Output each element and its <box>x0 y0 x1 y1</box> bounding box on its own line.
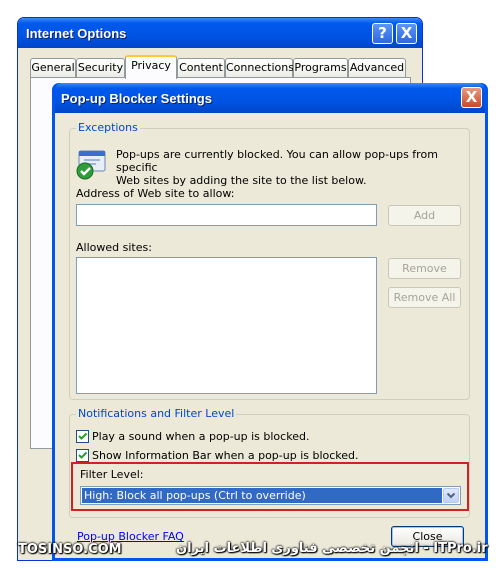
address-input[interactable] <box>76 204 377 226</box>
dropdown-arrow-button[interactable] <box>443 488 459 503</box>
internet-options-close-button[interactable]: X <box>396 23 417 44</box>
allowed-sites-label: Allowed sites: <box>76 241 152 254</box>
tab-connections[interactable]: Connections <box>225 58 294 78</box>
watermark-left-text: TOSINSO.COM <box>18 542 122 557</box>
help-button[interactable]: ? <box>372 23 393 44</box>
dialog-title: Pop-up Blocker Settings <box>61 91 212 106</box>
filter-level-highlight: Filter Level: High: Block all pop-ups (C… <box>71 462 469 511</box>
tab-advanced[interactable]: Advanced <box>348 58 406 78</box>
tab-programs[interactable]: Programs <box>293 58 348 78</box>
add-button[interactable]: Add <box>388 205 461 226</box>
watermark-right-text: ITPro.ir - انجمن تخصصی فناوری اطلاعات ای… <box>176 541 488 556</box>
notifications-group-label: Notifications and Filter Level <box>76 407 237 420</box>
checkmark-icon <box>78 432 88 440</box>
popup-blocker-titlebar[interactable]: Pop-up Blocker Settings X <box>55 83 485 113</box>
popup-blocked-icon <box>76 150 106 180</box>
remove-all-button[interactable]: Remove All <box>388 287 461 308</box>
exceptions-info-text: Pop-ups are currently blocked. You can a… <box>116 148 456 187</box>
address-label: Address of Web site to allow: <box>76 187 235 200</box>
remove-button[interactable]: Remove <box>388 258 461 279</box>
watermark: TOSINSO.COM ITPro.ir - انجمن تخصصی فناور… <box>0 541 496 559</box>
internet-options-title: Internet Options <box>26 26 127 41</box>
dialog-close-x-button[interactable]: X <box>461 87 482 108</box>
chevron-down-icon <box>446 492 456 499</box>
info-line-1: Pop-ups are currently blocked. You can a… <box>116 148 438 174</box>
exceptions-group: Exceptions Pop-ups are currently blocked… <box>69 121 470 400</box>
info-bar-label[interactable]: Show Information Bar when a pop-up is bl… <box>92 449 359 462</box>
tab-privacy[interactable]: Privacy <box>125 55 177 79</box>
play-sound-checkbox[interactable] <box>76 430 89 443</box>
tab-content[interactable]: Content <box>177 58 225 78</box>
filter-level-label: Filter Level: <box>80 468 144 481</box>
play-sound-label[interactable]: Play a sound when a pop-up is blocked. <box>92 430 309 443</box>
info-line-2: Web sites by adding the site to the list… <box>116 174 367 187</box>
allowed-sites-list[interactable] <box>76 257 377 394</box>
info-bar-checkbox[interactable] <box>76 449 89 462</box>
internet-options-titlebar[interactable]: Internet Options ? X <box>18 18 422 48</box>
filter-level-selected-value: High: Block all pop-ups (Ctrl to overrid… <box>82 488 442 503</box>
tab-general[interactable]: General <box>30 58 76 78</box>
filter-level-dropdown[interactable]: High: Block all pop-ups (Ctrl to overrid… <box>80 486 461 505</box>
popup-blocker-dialog: Pop-up Blocker Settings X Exceptions Pop… <box>52 83 488 561</box>
dialog-client-area: Exceptions Pop-ups are currently blocked… <box>55 113 485 558</box>
tab-security[interactable]: Security <box>76 58 125 78</box>
exceptions-group-label: Exceptions <box>76 121 140 134</box>
checkmark-icon <box>78 451 88 459</box>
